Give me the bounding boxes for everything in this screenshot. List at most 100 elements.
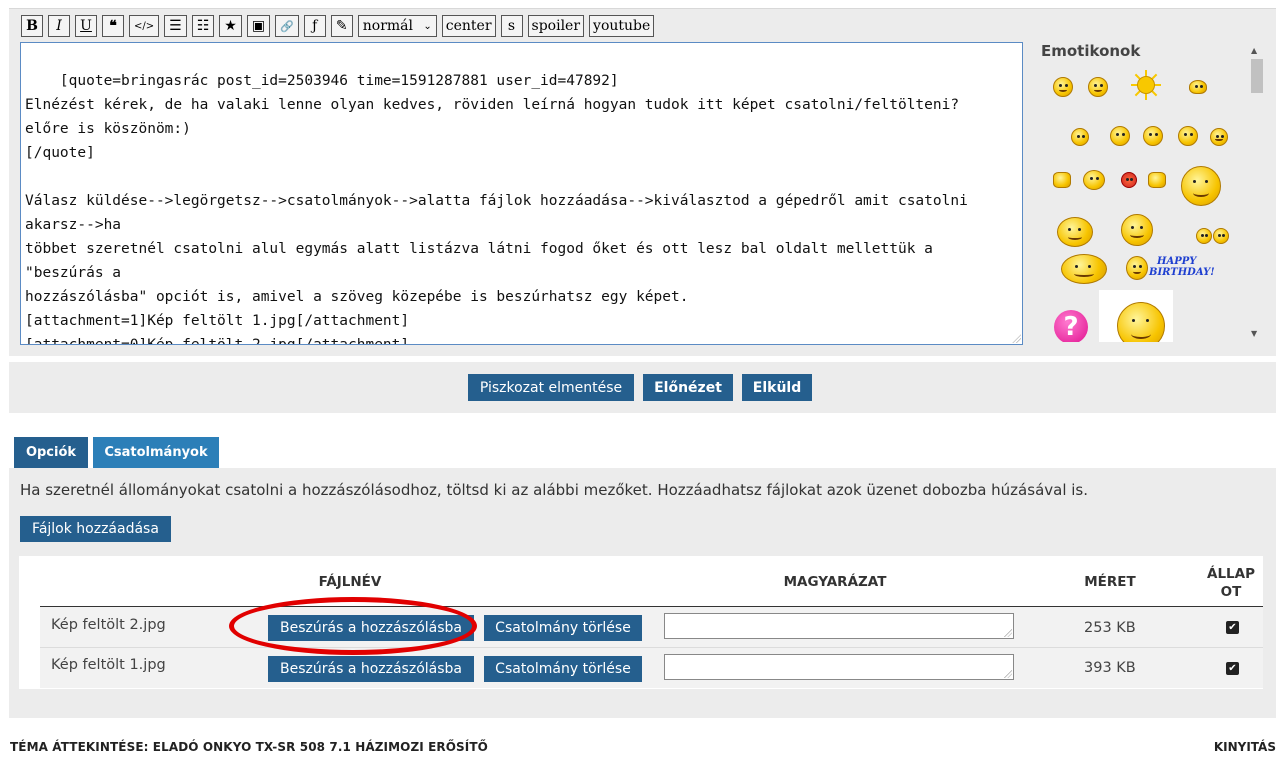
youtube-button[interactable]: youtube	[589, 15, 655, 37]
add-files-button[interactable]: Fájlok hozzáadása	[20, 516, 171, 542]
bold-icon: B	[26, 18, 38, 34]
delete-attachment-button[interactable]: Csatolmány törlése	[484, 656, 642, 682]
quote-button[interactable]: ❝	[102, 15, 124, 37]
file-size: 253 KB	[1084, 620, 1136, 636]
resize-grip-icon[interactable]	[1004, 670, 1012, 678]
tab-attachments[interactable]: Csatolmányok	[93, 437, 219, 468]
status-checkbox[interactable]: ✔	[1226, 621, 1239, 634]
angry-emoticon-icon[interactable]	[1178, 126, 1198, 146]
couple-emoticon-2-icon[interactable]	[1213, 228, 1229, 244]
submit-button[interactable]: Elküld	[742, 374, 812, 401]
underline-icon: U	[80, 18, 92, 34]
status-checkbox[interactable]: ✔	[1226, 662, 1239, 675]
resize-grip-icon[interactable]	[1012, 334, 1021, 343]
emoticon-title: Emotikonok	[1041, 42, 1141, 60]
thumbs-down-emoticon-icon[interactable]	[1148, 172, 1166, 188]
table-row: Kép feltölt 1.jpg Beszúrás a hozzászólás…	[40, 648, 1263, 688]
wall-emoticon-icon[interactable]	[1083, 170, 1105, 190]
attachment-comment-field[interactable]	[664, 613, 1014, 639]
file-name: Kép feltölt 2.jpg	[51, 617, 166, 633]
scroll-up-icon[interactable]: ▲	[1251, 46, 1257, 55]
column-header-status: ÁLLAP OT	[1200, 565, 1262, 601]
delete-attachment-button[interactable]: Csatolmány törlése	[484, 615, 642, 641]
italic-button[interactable]: I	[48, 15, 70, 37]
scroll-thumb[interactable]	[1251, 59, 1263, 93]
star-button[interactable]: ★	[219, 15, 242, 37]
cheer-emoticon-icon[interactable]	[1057, 217, 1093, 247]
bold-button[interactable]: B	[21, 15, 43, 37]
attachments-table: FÁJLNÉV MAGYARÁZAT MÉRET ÁLLAP OT Kép fe…	[19, 556, 1263, 689]
mad-emoticon-icon[interactable]	[1121, 172, 1137, 188]
expand-link[interactable]: KINYITÁS	[1214, 740, 1276, 754]
emoticon-scrollbar[interactable]: ▲ ▼	[1249, 46, 1263, 338]
quote-icon: ❝	[109, 18, 117, 34]
grin-emoticon-icon[interactable]	[1053, 77, 1073, 97]
dizzy-emoticon-icon[interactable]	[1110, 126, 1130, 146]
spoiler-button[interactable]: spoiler	[527, 15, 585, 37]
attachments-description: Ha szeretnél állományokat csatolni a hoz…	[20, 481, 1089, 499]
question-emoticon-icon[interactable]: ?	[1054, 310, 1088, 342]
insert-into-post-button[interactable]: Beszúrás a hozzászólásba	[268, 615, 474, 641]
image-icon: ▣	[251, 18, 266, 34]
tab-options[interactable]: Opciók	[14, 437, 88, 468]
sun-emoticon-icon[interactable]	[1131, 70, 1161, 100]
link-icon: 🔗	[280, 19, 294, 33]
sad-emoticon-icon[interactable]	[1071, 128, 1089, 146]
thumbs-up-big-emoticon-icon[interactable]	[1099, 290, 1173, 342]
resize-grip-icon[interactable]	[1004, 629, 1012, 637]
emoticon-panel: Emotikonok HAPPY BIRTHDAY! ? ▲ ▼	[1035, 42, 1273, 342]
center-label: center	[445, 18, 492, 34]
clap-emoticon-icon[interactable]	[1061, 254, 1107, 284]
thumbs-up-smiley-emoticon-icon[interactable]	[1121, 214, 1153, 246]
peek-emoticon-icon[interactable]	[1189, 80, 1207, 94]
numbered-list-button[interactable]: ☷	[191, 15, 215, 37]
birthday-line2: BIRTHDAY!	[1149, 267, 1215, 278]
birthday-line1: HAPPY	[1157, 256, 1197, 267]
editor-toolbar: B I U ❝ </> ☰ ☷ ★ ▣ 🔗 ƒ ✎ normál ⌄ cente…	[21, 15, 655, 37]
scroll-down-icon[interactable]: ▼	[1251, 329, 1257, 338]
preview-button[interactable]: Előnézet	[643, 374, 733, 401]
wink-emoticon-icon[interactable]	[1210, 128, 1228, 146]
underline-button[interactable]: U	[75, 15, 97, 37]
center-button[interactable]: center	[441, 15, 496, 37]
font-icon: ƒ	[312, 18, 318, 34]
code-icon: </>	[134, 20, 155, 32]
font-button[interactable]: ƒ	[303, 15, 326, 37]
spoiler-label: spoiler	[531, 18, 581, 34]
couple-emoticon-icon[interactable]	[1196, 228, 1212, 244]
bullet-list-button[interactable]: ☰	[164, 15, 187, 37]
editor-panel: B I U ❝ </> ☰ ☷ ★ ▣ 🔗 ƒ ✎ normál ⌄ cente…	[9, 8, 1276, 356]
color-button[interactable]: ✎	[330, 15, 353, 37]
code-button[interactable]: </>	[129, 15, 160, 37]
party-emoticon-icon[interactable]	[1126, 256, 1148, 280]
strike-button[interactable]: s	[500, 15, 523, 37]
insert-into-post-button[interactable]: Beszúrás a hozzászólásba	[268, 656, 474, 682]
attachment-comment-field[interactable]	[664, 654, 1014, 680]
message-textarea[interactable]: [quote=bringasrác post_id=2503946 time=1…	[20, 42, 1023, 345]
strike-label: s	[507, 18, 516, 34]
file-size: 393 KB	[1084, 660, 1136, 676]
italic-icon: I	[56, 18, 62, 34]
column-header-comment: MAGYARÁZAT	[783, 574, 887, 590]
column-header-size: MÉRET	[1084, 574, 1136, 590]
attachments-panel: Ha szeretnél állományokat csatolni a hoz…	[9, 468, 1276, 718]
lying-smiley-emoticon-icon[interactable]	[1181, 166, 1221, 206]
save-draft-button[interactable]: Piszkozat elmentése	[468, 374, 634, 401]
status-header-line2: OT	[1220, 584, 1242, 600]
column-header-filename: FÁJLNÉV	[318, 574, 382, 590]
file-name: Kép feltölt 1.jpg	[51, 657, 166, 673]
youtube-label: youtube	[593, 18, 651, 34]
image-button[interactable]: ▣	[246, 15, 271, 37]
smile-emoticon-icon[interactable]	[1088, 77, 1108, 97]
frown-emoticon-icon[interactable]	[1143, 126, 1163, 146]
happy-birthday-emoticon-icon[interactable]: HAPPY BIRTHDAY!	[1149, 256, 1215, 278]
table-row: Kép feltölt 2.jpg Beszúrás a hozzászólás…	[40, 607, 1263, 647]
font-size-select[interactable]: normál ⌄	[357, 15, 437, 37]
link-button[interactable]: 🔗	[275, 15, 299, 37]
font-size-value: normál	[362, 18, 414, 34]
bullet-list-icon: ☰	[169, 18, 182, 34]
topic-review-title: TÉMA ÁTTEKINTÉSE: ELADÓ ONKYO TX-SR 508 …	[10, 740, 488, 754]
thumbs-up-emoticon-icon[interactable]	[1053, 172, 1071, 188]
chevron-down-icon: ⌄	[423, 20, 432, 32]
message-text: [quote=bringasrác post_id=2503946 time=1…	[25, 73, 968, 345]
